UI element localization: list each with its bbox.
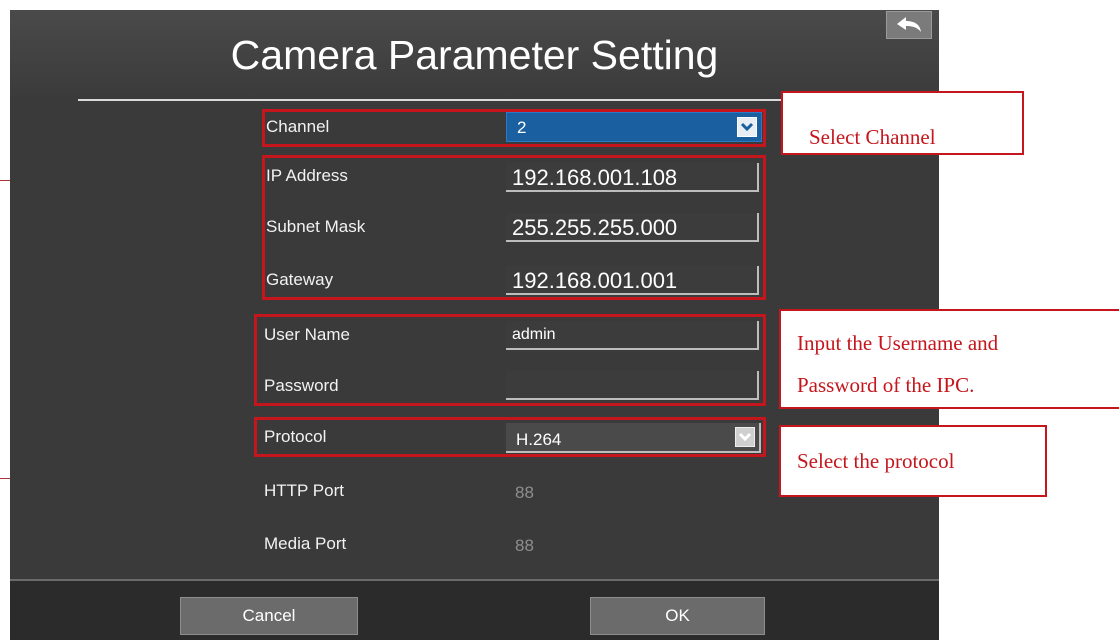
media-port-value: 88 [515,536,534,555]
channel-callout: Select Channel [781,91,1024,155]
credentials-callout-line2: Password of the IPC. [797,373,975,397]
title-bar: Camera Parameter Setting [10,10,939,97]
channel-highlight [262,109,766,147]
credentials-callout-line1: Input the Username and [797,331,999,355]
edge-mark [0,180,10,181]
credentials-callout: Input the Username and Password of the I… [779,309,1119,409]
credentials-highlight [254,314,766,406]
protocol-highlight [254,417,766,457]
ok-button[interactable]: OK [590,597,765,635]
protocol-callout: Select the protocol [779,425,1047,497]
channel-callout-text: Select Channel [809,125,936,149]
back-arrow-icon [897,17,921,32]
network-highlight [262,155,766,300]
back-button[interactable] [886,11,932,39]
http-port-label: HTTP Port [264,481,344,500]
media-port-label: Media Port [264,534,347,553]
edge-mark [0,478,10,479]
cancel-button[interactable]: Cancel [180,597,358,635]
protocol-callout-text: Select the protocol [797,449,955,473]
dialog-title: Camera Parameter Setting [230,32,719,78]
http-port-value: 88 [515,483,534,502]
button-bar: Cancel OK [10,579,939,640]
